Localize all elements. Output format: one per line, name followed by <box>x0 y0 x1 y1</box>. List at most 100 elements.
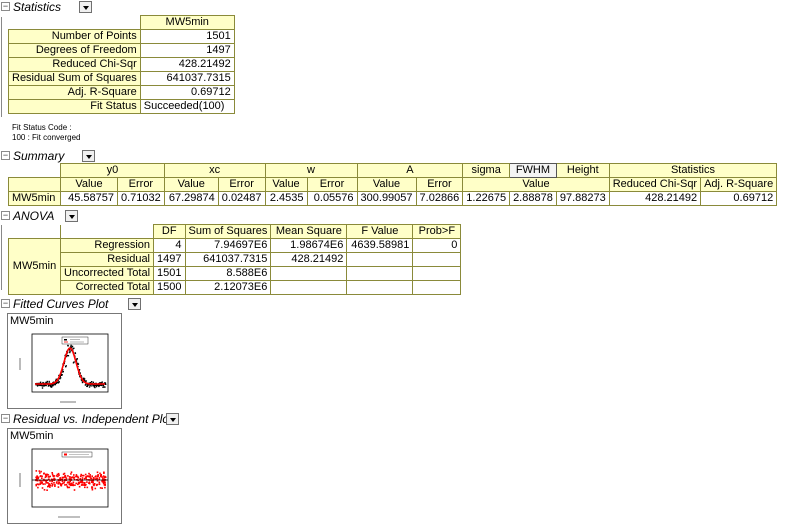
cell-value[interactable] <box>270 280 348 295</box>
chevron-down-icon[interactable] <box>79 1 92 13</box>
cell-value[interactable]: 1.22675 <box>462 191 511 206</box>
residual-point <box>92 477 95 479</box>
cell-value[interactable]: 0.69712 <box>700 191 778 206</box>
cell-value[interactable]: 0.02487 <box>217 191 266 206</box>
collapse-icon[interactable]: − <box>1 299 10 308</box>
cell-value[interactable]: 45.58757 <box>60 191 118 206</box>
group-header: sigma <box>462 163 511 178</box>
residual-point <box>47 474 50 476</box>
collapse-icon[interactable]: − <box>1 414 10 423</box>
residual-point <box>53 475 55 477</box>
residual-point <box>37 476 40 479</box>
cell-value[interactable]: Succeeded(100) <box>139 99 235 114</box>
row-label: Uncorrected Total <box>59 266 155 281</box>
cell-value[interactable]: 1500 <box>153 280 186 295</box>
residual-point <box>70 473 72 475</box>
subheader: Error <box>306 177 358 192</box>
cell-value[interactable]: 2.12073E6 <box>184 280 272 295</box>
cell-value[interactable]: 1501 <box>139 29 235 44</box>
fit-status-note: 100 : Fit converged <box>12 133 81 142</box>
residual-point <box>47 485 50 487</box>
residual-graph[interactable]: MW5min <box>7 428 122 524</box>
data-point <box>73 361 75 363</box>
cell-value[interactable]: 0.69712 <box>139 85 235 100</box>
cell-value[interactable]: 7.94697E6 <box>184 238 272 253</box>
chevron-down-icon[interactable] <box>82 150 95 162</box>
cell-value[interactable]: 428.21492 <box>139 57 235 72</box>
cell-value[interactable]: 1501 <box>153 266 186 281</box>
collapse-icon[interactable]: − <box>1 151 10 160</box>
cell-value[interactable]: 4 <box>153 238 186 253</box>
residual-point <box>101 487 103 489</box>
cell-value[interactable]: 7.02866 <box>415 191 464 206</box>
cell-value[interactable]: 428.21492 <box>270 252 348 267</box>
residual-point <box>72 481 75 484</box>
data-point <box>50 386 53 388</box>
residual-point <box>38 470 41 472</box>
residual-point <box>64 484 66 486</box>
residual-point <box>43 472 45 475</box>
cell-value[interactable]: 641037.7315 <box>184 252 272 267</box>
cell-value[interactable] <box>346 252 414 267</box>
data-point <box>94 386 96 389</box>
group-header: w <box>264 163 358 178</box>
residual-point <box>91 488 94 491</box>
cell-value[interactable]: 428.21492 <box>608 191 702 206</box>
chevron-down-icon[interactable] <box>166 413 179 425</box>
row-label: Residual <box>59 252 155 267</box>
cell-value[interactable] <box>412 252 462 267</box>
group-header-selected[interactable]: FWHM <box>509 163 557 178</box>
residual-point <box>75 482 77 485</box>
residual-point <box>40 470 42 473</box>
residual-point <box>96 483 99 486</box>
row-label: Residual Sum of Squares <box>8 71 141 86</box>
chevron-down-icon[interactable] <box>65 210 78 222</box>
cell-value[interactable]: 2.88878 <box>509 191 557 206</box>
empty-cell <box>8 163 61 178</box>
cell-value[interactable] <box>412 266 462 281</box>
residual-point <box>81 483 83 486</box>
residual-point <box>98 483 101 486</box>
subheader: Value <box>163 177 219 192</box>
cell-value[interactable]: 67.29874 <box>163 191 219 206</box>
residual-point <box>104 475 106 478</box>
statistics-section-header: − Statistics <box>1 0 121 14</box>
data-point <box>76 358 78 360</box>
residual-point <box>86 481 88 483</box>
cell-value[interactable]: 1497 <box>153 252 186 267</box>
chevron-down-icon[interactable] <box>128 298 141 310</box>
residual-point <box>45 475 48 478</box>
fitted-curves-graph[interactable]: MW5min <box>7 313 122 409</box>
cell-value[interactable] <box>412 280 462 295</box>
cell-value[interactable] <box>270 266 348 281</box>
residual-point <box>53 482 55 484</box>
cell-value[interactable]: 0.71032 <box>117 191 165 206</box>
residual-point <box>65 483 68 486</box>
cell-value[interactable]: 641037.7315 <box>139 71 235 86</box>
cell-value[interactable]: 1.98674E6 <box>270 238 348 253</box>
collapse-icon[interactable]: − <box>1 2 10 11</box>
cell-value[interactable]: 0.05576 <box>306 191 358 206</box>
cell-value[interactable] <box>346 266 414 281</box>
residual-point <box>62 482 64 485</box>
cell-value[interactable]: 4639.58981 <box>346 238 414 253</box>
cell-value[interactable]: 1497 <box>139 43 235 58</box>
residual-point <box>48 483 51 486</box>
data-point <box>83 378 86 380</box>
cell-value[interactable]: 97.88273 <box>555 191 610 206</box>
cell-value[interactable]: 8.588E6 <box>184 266 272 281</box>
statistics-table: MW5min Number of Points 1501 Degrees of … <box>8 15 235 114</box>
cell-value[interactable]: 300.99057 <box>356 191 417 206</box>
collapse-icon[interactable]: − <box>1 211 10 220</box>
group-header: Statistics <box>608 163 778 178</box>
row-label: MW5min <box>8 191 61 206</box>
tree-line <box>1 225 6 290</box>
data-point <box>90 385 92 387</box>
cell-value[interactable] <box>346 280 414 295</box>
residual-point <box>102 477 104 479</box>
residual-point <box>54 485 56 487</box>
anova-section-header: − ANOVA <box>1 209 121 223</box>
cell-value[interactable]: 2.4535 <box>264 191 308 206</box>
residual-point <box>37 486 39 489</box>
cell-value[interactable]: 0 <box>412 238 462 253</box>
